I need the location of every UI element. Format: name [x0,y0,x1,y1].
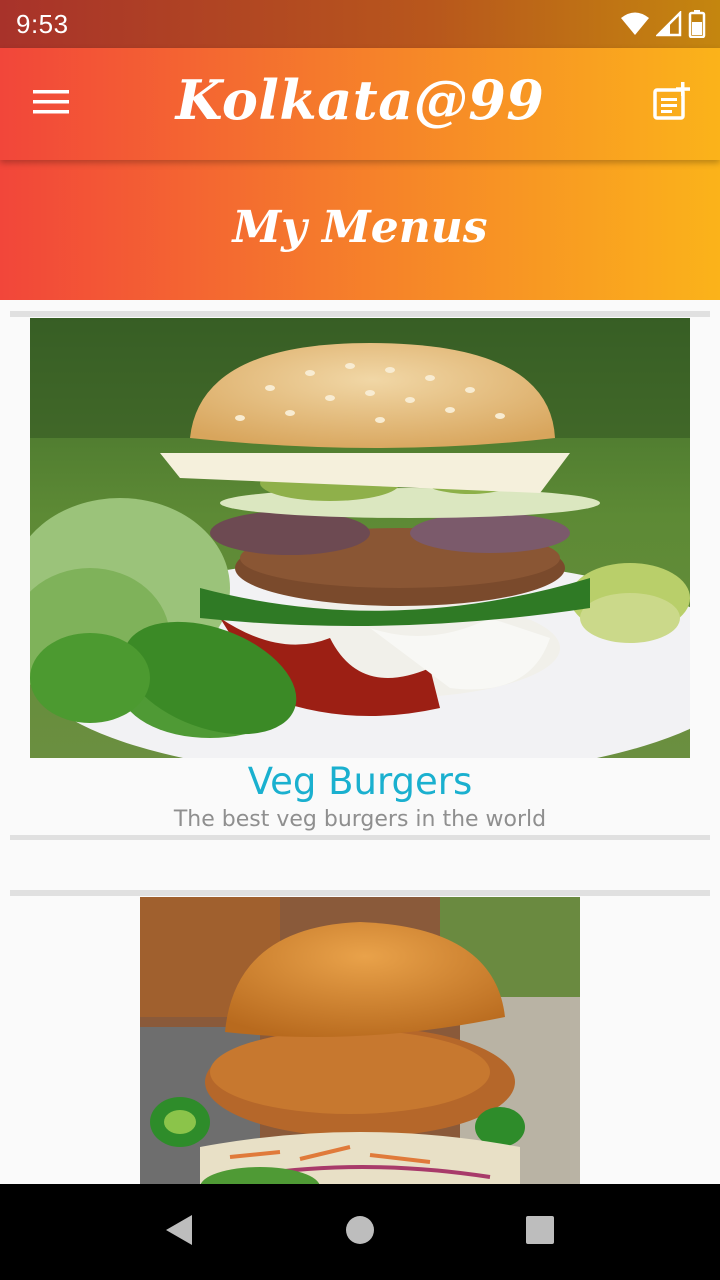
page-title: My Menus [232,201,488,253]
battery-icon [688,10,706,38]
card-divider [10,890,710,896]
note-add-icon [652,81,692,127]
app-title: Kolkata@99 [175,68,545,132]
menu-subtitle: The best veg burgers in the world [173,807,547,832]
signal-icon [656,11,682,37]
status-bar: 9:53 [0,0,720,48]
menu-card[interactable] [10,890,710,1197]
menu-title: Veg Burgers [247,760,473,803]
wifi-icon [620,11,650,37]
chicken-burger-photo [140,897,580,1197]
status-icons [620,10,706,38]
home-icon [344,1214,376,1251]
note-add-button[interactable] [644,76,700,132]
card-divider [10,311,710,317]
back-button[interactable] [150,1204,206,1260]
status-time: 9:53 [16,9,69,39]
recents-icon [524,1214,556,1251]
home-button[interactable] [332,1204,388,1260]
header-banner: My Menus [0,160,720,300]
app-bar: Kolkata@99 [0,48,720,160]
back-icon [162,1213,194,1252]
recents-button[interactable] [512,1204,568,1260]
navigation-bar [0,1184,720,1280]
menu-card[interactable]: Veg Burgers The best veg burgers in the … [10,311,710,841]
veg-burger-photo [30,318,690,758]
card-divider [10,835,710,840]
